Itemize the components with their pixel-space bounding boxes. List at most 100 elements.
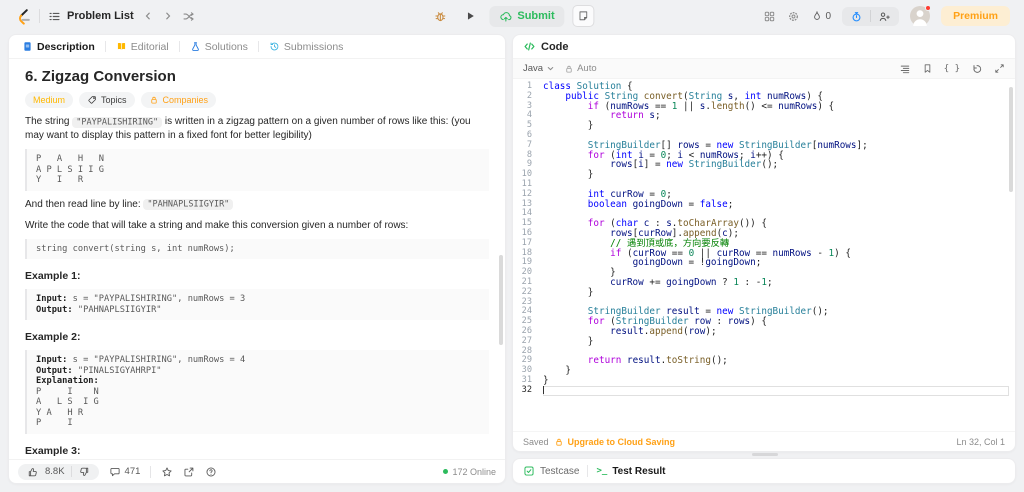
code-lines: 1 class Solution {2 public String convert… [513, 81, 1015, 396]
auto-complete-toggle[interactable]: Auto [564, 63, 597, 74]
auto-label: Auto [577, 63, 597, 74]
submit-button[interactable]: Submit [489, 5, 565, 27]
notes-button[interactable] [572, 5, 595, 27]
problem-list-button[interactable]: Problem List [48, 10, 134, 23]
prev-problem-button[interactable] [142, 10, 154, 22]
language-selector[interactable]: Java [523, 63, 555, 74]
desc-example: Input: s = "PAYPALISHIRING", numRows = 3… [25, 289, 489, 320]
tab-solutions[interactable]: Solutions [185, 41, 253, 53]
editor-status-bar: Saved Upgrade to Cloud Saving Ln 32, Col… [513, 431, 1015, 451]
companies-badge[interactable]: Companies [140, 92, 217, 108]
topbar-right-group: 0 Premium [763, 5, 1010, 26]
tab-testcase[interactable]: Testcase [523, 465, 579, 477]
share-button[interactable] [183, 466, 195, 478]
online-count: 172 Online [452, 466, 496, 477]
session-timer-pill[interactable] [842, 6, 900, 26]
problem-footer-bar: 8.8K 471 172 Online [9, 459, 505, 483]
debugger-bug-icon [433, 9, 447, 23]
code-editor-panel: Code Java Auto { } 1 class Solution {2 … [512, 34, 1016, 452]
topbar-left-group: Problem List [14, 8, 195, 25]
user-plus-icon [878, 10, 891, 23]
code-line[interactable]: 13 boolean goingDown = false; [513, 199, 1015, 210]
desc-p: The string "PAYPALISHIRING" is written i… [25, 116, 471, 141]
tab-description[interactable]: Description [17, 41, 100, 53]
difficulty-badge[interactable]: Medium [25, 92, 74, 108]
line-text: } [543, 286, 594, 298]
language-label: Java [523, 63, 544, 74]
problem-title: 6. Zigzag Conversion [25, 68, 176, 85]
layout-grid-button[interactable] [763, 10, 776, 23]
streak-count: 0 [825, 10, 832, 22]
tab-editorial[interactable]: Editorial [111, 41, 174, 53]
upgrade-cloud-saving-link[interactable]: Upgrade to Cloud Saving [554, 436, 676, 447]
description-scrollbar[interactable] [499, 255, 503, 345]
line-text: } [543, 169, 594, 181]
user-avatar[interactable] [910, 5, 932, 26]
next-problem-button[interactable] [162, 10, 174, 22]
help-button[interactable] [205, 466, 217, 478]
tab-description-label: Description [37, 40, 95, 53]
run-button[interactable] [459, 5, 481, 27]
online-indicator: 172 Online [443, 467, 496, 477]
code-line[interactable]: 22 } [513, 286, 1015, 298]
note-icon [578, 10, 590, 22]
tab-test-result[interactable]: >_ Test Result [596, 466, 665, 477]
editor-scrollbar[interactable] [1009, 87, 1013, 192]
code-brackets-icon [523, 40, 536, 53]
comments-button[interactable]: 471 [109, 466, 140, 478]
favorite-star-button[interactable] [161, 466, 173, 478]
code-line[interactable]: 5 } [513, 120, 1015, 132]
topics-badge[interactable]: Topics [79, 92, 135, 108]
companies-label: Companies [162, 95, 209, 105]
code-line[interactable]: 30 } [513, 365, 1015, 376]
flask-icon [190, 41, 201, 52]
desc-h: Example 1: [25, 270, 81, 282]
code-line[interactable]: 10 } [513, 169, 1015, 181]
code-line[interactable]: 29 return result.toString(); [513, 356, 1015, 366]
leetcode-logo-icon[interactable] [14, 8, 31, 25]
snippets-button[interactable]: { } [944, 64, 960, 74]
upgrade-label: Upgrade to Cloud Saving [567, 436, 676, 447]
bookmark-button[interactable] [922, 63, 933, 74]
list-icon [48, 10, 61, 23]
code-line[interactable]: 27 } [513, 335, 1015, 347]
random-problem-button[interactable] [182, 10, 195, 23]
top-navigation-bar: Problem List Submit 0 Premium [0, 0, 1024, 32]
book-icon [116, 41, 127, 52]
debug-button[interactable] [429, 5, 451, 27]
desc-h: Example 3: [25, 444, 81, 457]
line-text: return result.toString(); [587, 355, 728, 367]
description-blocks: The string "PAYPALISHIRING" is written i… [25, 115, 489, 459]
code-editor-area[interactable]: 1 class Solution {2 public String convert… [513, 79, 1015, 431]
testcase-divider [587, 465, 589, 477]
code-line[interactable]: 32 [513, 385, 1015, 396]
lock-icon [554, 437, 564, 447]
format-code-button[interactable] [899, 63, 911, 75]
line-text: return s; [610, 110, 661, 122]
code-panel-title: Code [541, 40, 569, 53]
tab-submissions[interactable]: Submissions [264, 41, 349, 53]
daily-streak-button[interactable]: 0 [811, 10, 832, 22]
topics-label: Topics [101, 95, 127, 105]
line-text: } [543, 335, 594, 347]
tab-submissions-label: Submissions [283, 40, 344, 53]
vote-pill-divider [70, 466, 72, 477]
topbar-center-group: Submit [429, 5, 595, 27]
tab-editorial-label: Editorial [130, 40, 169, 53]
thumbs-down-button[interactable] [78, 466, 90, 478]
online-dot [443, 469, 449, 474]
desc-pre: P A H N A P L S I I G Y I R [25, 149, 489, 191]
toolbar-right-icons: { } [899, 63, 1005, 75]
panel-resize-handle[interactable] [752, 453, 778, 456]
code-line[interactable]: 31} [513, 375, 1015, 386]
settings-gear-button[interactable] [787, 10, 800, 23]
timer-pill-divider [870, 10, 872, 22]
line-text: } [543, 120, 594, 132]
premium-button[interactable]: Premium [941, 6, 1010, 26]
thumbs-up-button[interactable] [27, 466, 39, 478]
reset-code-button[interactable] [971, 63, 983, 75]
lock-icon [149, 95, 159, 105]
tab-divider [104, 41, 106, 52]
fullscreen-button[interactable] [994, 63, 1005, 74]
submit-label: Submit [517, 10, 555, 22]
